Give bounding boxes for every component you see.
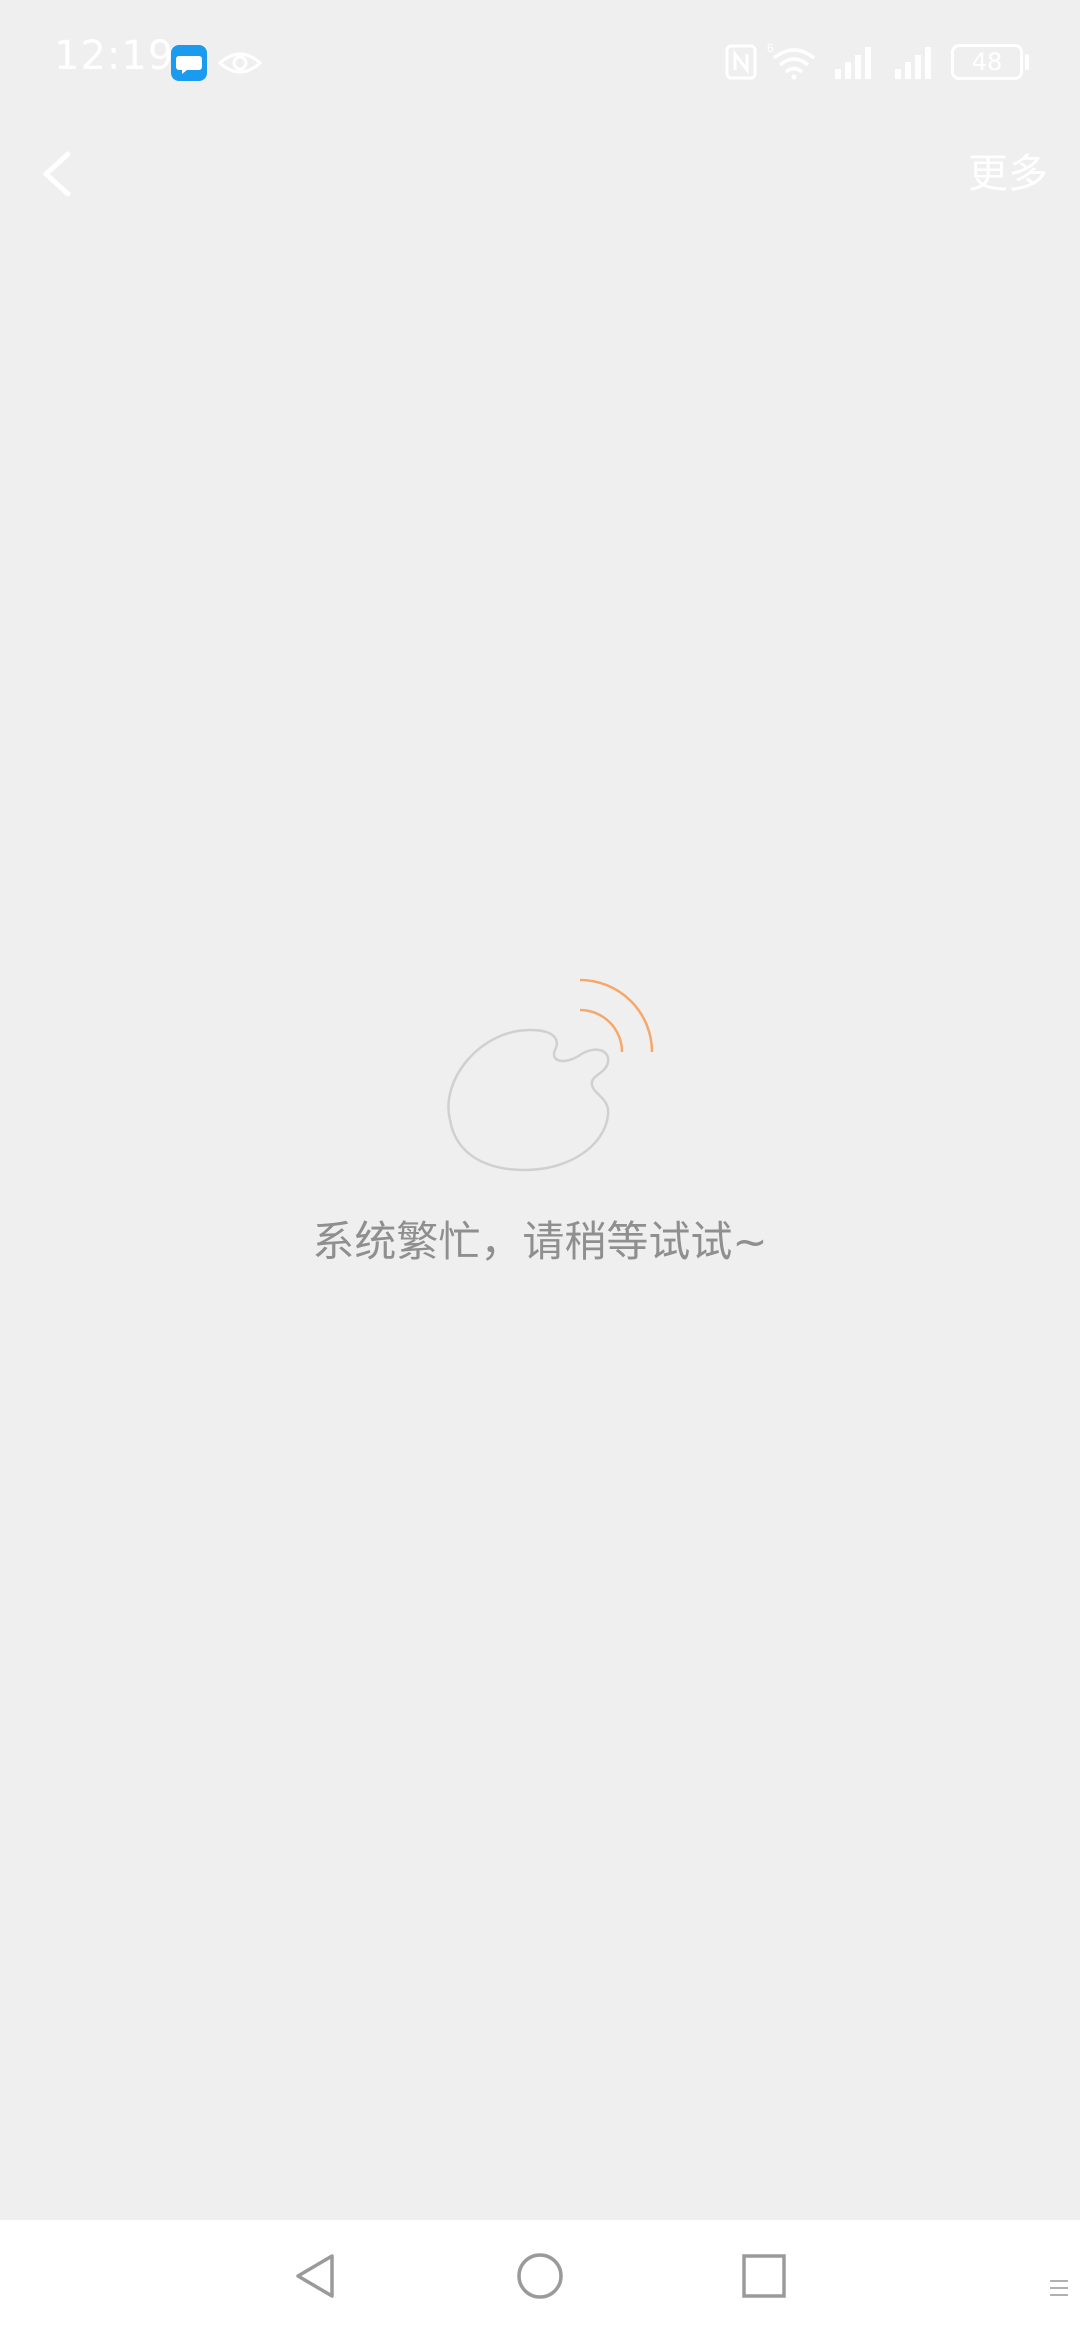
broken-signal-hand-illustration [447,978,654,1172]
system-back-button[interactable] [290,2250,342,2302]
eye-icon [218,52,262,74]
empty-state: 系统繁忙，请稍等试试~ [0,970,1080,1269]
home-circle-icon [517,2253,563,2299]
more-button[interactable]: 更多 [968,144,1048,204]
system-navigation-bar [0,2220,1080,2331]
back-triangle-icon [296,2254,334,2298]
status-bar: 12:19 6 48 [0,0,1080,124]
nfc-icon [725,44,757,80]
chevron-left-icon [43,151,71,197]
battery-cap [1025,54,1029,70]
battery-indicator: 48 [951,44,1023,80]
title-bar: 更多 [0,124,1080,224]
recents-square-icon [742,2254,786,2298]
signal-icon [835,47,871,79]
system-recents-button[interactable] [738,2250,790,2302]
message-app-icon [171,45,207,81]
menu-lines-icon [1050,2280,1068,2296]
status-time: 12:19 [54,33,175,79]
system-home-button[interactable] [514,2250,566,2302]
signal-icon [895,47,931,79]
back-button[interactable] [30,144,90,204]
battery-level: 48 [971,48,1003,76]
wifi-badge: 6 [767,41,774,55]
wifi-6-icon: 6 [767,41,816,80]
empty-state-message: 系统繁忙，请稍等试试~ [312,1217,768,1266]
